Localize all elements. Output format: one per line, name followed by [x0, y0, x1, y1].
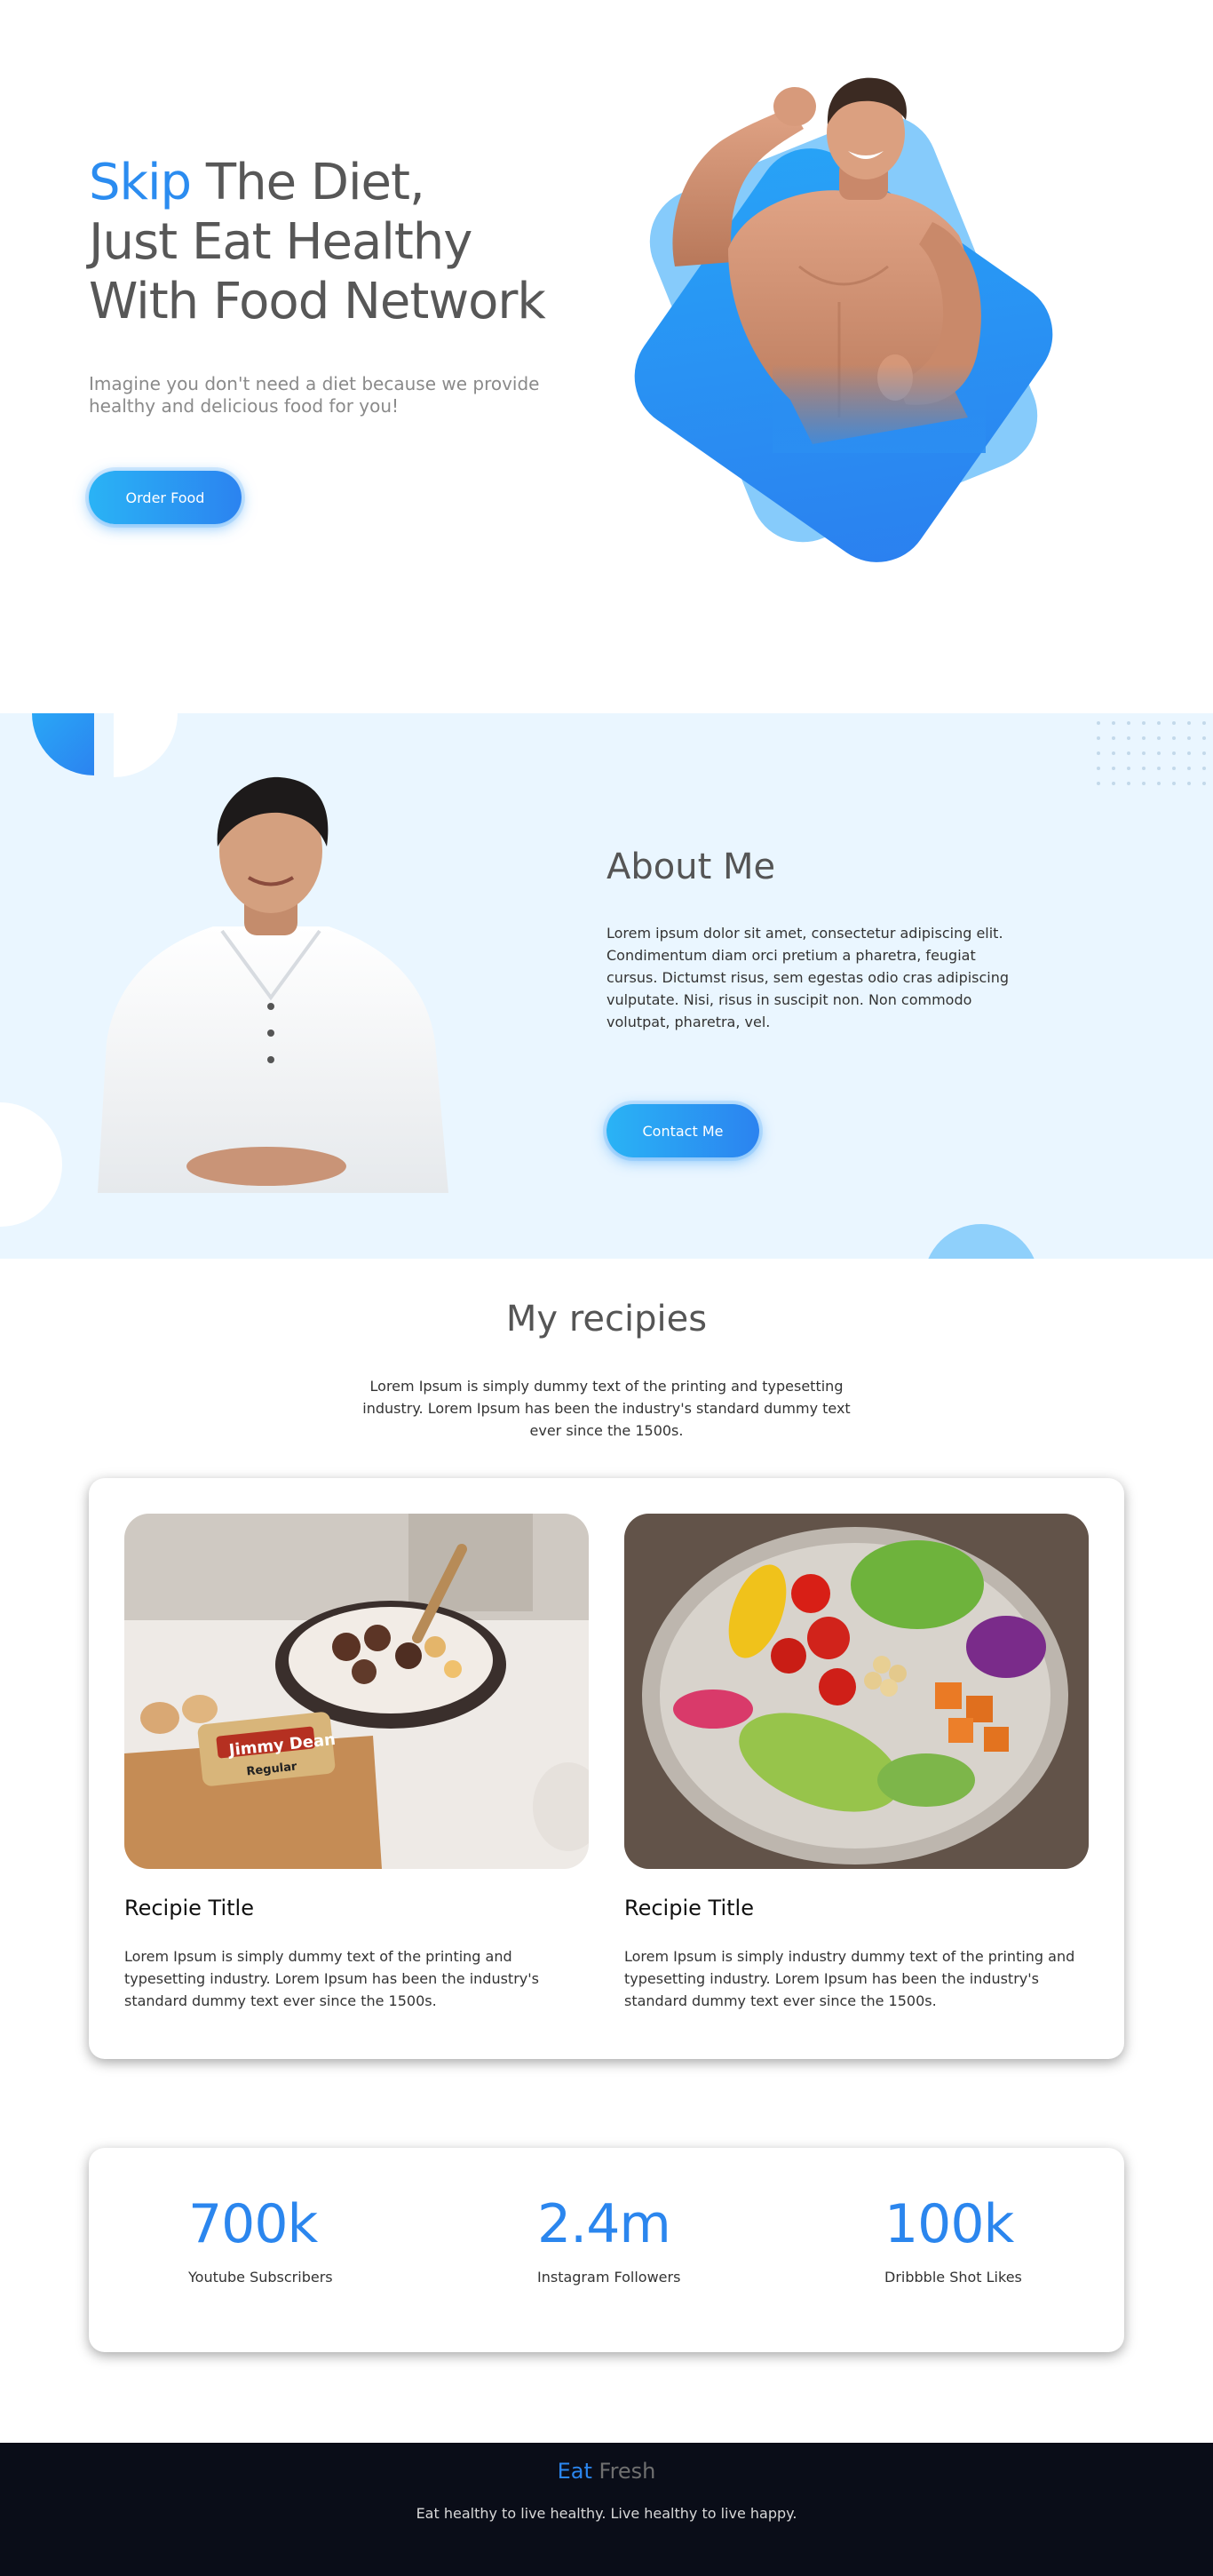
footer-logo[interactable]: Eat Fresh: [0, 2459, 1213, 2484]
hero-title-line1: The Diet,: [191, 154, 425, 211]
stat-dribbble: 100k Dribbble Shot Likes: [884, 2192, 1022, 2286]
hero-subtitle: Imagine you don't need a diet because we…: [89, 373, 540, 417]
decorative-quarter-circle: [32, 713, 94, 775]
stat-youtube: 700k Youtube Subscribers: [188, 2192, 333, 2286]
about-text: Lorem ipsum dolor sit amet, consectetur …: [606, 925, 1010, 1030]
recipes-description: Lorem Ipsum is simply dummy text of the …: [362, 1378, 851, 1439]
decorative-white-quarter: [114, 713, 178, 777]
footer-logo-fresh: Fresh: [591, 2459, 656, 2484]
recipe-text: Lorem Ipsum is simply dummy text of the …: [124, 1948, 539, 2009]
decorative-dot-grid: [1097, 721, 1206, 785]
hero-title: Skip The Diet, Just Eat Healthy With Foo…: [89, 153, 546, 331]
footer: Eat Fresh Eat healthy to live healthy. L…: [0, 2443, 1213, 2576]
hero-title-accent: Skip: [89, 154, 192, 211]
recipe-text: Lorem Ipsum is simply industry dummy tex…: [624, 1948, 1075, 2009]
stat-label: Dribbble Shot Likes: [884, 2269, 1022, 2286]
stat-value: 700k: [188, 2193, 318, 2255]
decorative-white-circle: [0, 1102, 62, 1227]
footer-logo-eat: Eat: [557, 2459, 592, 2484]
stats-card: 700k Youtube Subscribers 2.4m Instagram …: [89, 2148, 1124, 2352]
contact-me-button[interactable]: Contact Me: [606, 1104, 759, 1157]
recipes-card: Jimmy Dean Regular Recipie Title Lorem I…: [89, 1478, 1124, 2059]
about-title: About Me: [606, 847, 776, 887]
portrait-photo: [98, 776, 448, 1193]
hero-title-line2: Just Eat Healthy: [89, 213, 472, 271]
salad-bowl-image: [624, 1514, 1089, 1869]
hero-title-line3: With Food Network: [89, 273, 546, 330]
recipe-title[interactable]: Recipie Title: [624, 1896, 1089, 1920]
recipe-card[interactable]: Jimmy Dean Regular Recipie Title Lorem I…: [124, 1514, 589, 2012]
stat-value: 2.4m: [537, 2193, 671, 2255]
decorative-blue-circle: [924, 1224, 1039, 1259]
stat-instagram: 2.4m Instagram Followers: [537, 2192, 680, 2286]
order-food-button[interactable]: Order Food: [89, 471, 242, 524]
stat-label: Instagram Followers: [537, 2269, 681, 2286]
hero-fitness-illustration: [634, 77, 1053, 562]
stat-value: 100k: [884, 2193, 1014, 2255]
hero-section: Skip The Diet, Just Eat Healthy With Foo…: [0, 0, 1213, 713]
recipe-card[interactable]: Recipie Title Lorem Ipsum is simply indu…: [624, 1514, 1089, 2012]
stat-label: Youtube Subscribers: [188, 2269, 333, 2286]
recipes-title: My recipies: [505, 1299, 708, 1340]
footer-tagline: Eat healthy to live healthy. Live health…: [416, 2505, 797, 2522]
about-section: About Me Lorem ipsum dolor sit amet, con…: [0, 713, 1213, 1259]
cooking-pan-image: Jimmy Dean Regular: [124, 1514, 589, 1869]
recipe-title[interactable]: Recipie Title: [124, 1896, 589, 1920]
